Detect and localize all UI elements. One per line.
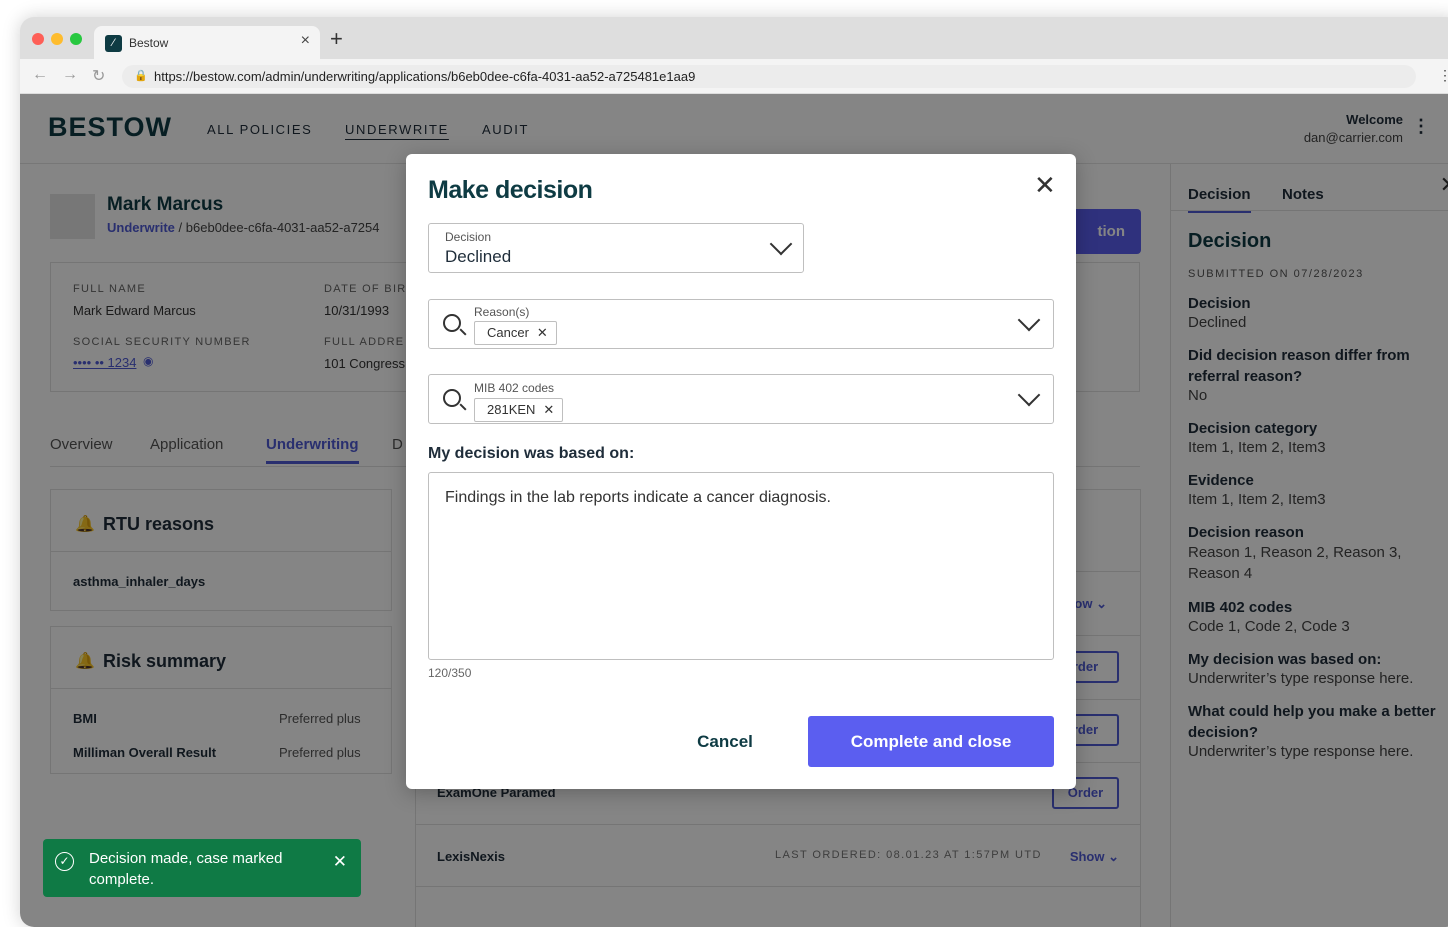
character-counter: 120/350 bbox=[428, 666, 472, 680]
url-field[interactable]: 🔒 https://bestow.com/admin/underwriting/… bbox=[122, 65, 1416, 88]
forward-arrow-icon[interactable]: → bbox=[62, 66, 78, 84]
modal-close-icon[interactable]: ✕ bbox=[1034, 172, 1056, 198]
lock-icon: 🔒 bbox=[134, 70, 148, 82]
chip-remove-icon[interactable]: ✕ bbox=[543, 402, 554, 417]
browser-tab-bar: ⁄ Bestow × + bbox=[20, 17, 1448, 59]
toast-message: Decision made, case marked complete. bbox=[89, 850, 283, 888]
mib-codes-label: MIB 402 codes bbox=[474, 381, 555, 395]
modal-title: Make decision bbox=[428, 176, 593, 204]
chevron-down-icon bbox=[1017, 308, 1041, 332]
browser-tab[interactable]: ⁄ Bestow × bbox=[94, 26, 320, 59]
chip-label: 281KEN bbox=[487, 402, 536, 417]
chevron-down-icon bbox=[769, 232, 793, 256]
check-circle-icon: ✓ bbox=[55, 852, 74, 871]
decision-value: Declined bbox=[445, 247, 512, 266]
new-tab-icon[interactable]: + bbox=[330, 28, 343, 50]
cancel-button[interactable]: Cancel bbox=[666, 716, 784, 767]
based-on-textarea[interactable]: Findings in the lab reports indicate a c… bbox=[428, 472, 1054, 660]
chip-remove-icon[interactable]: ✕ bbox=[537, 325, 548, 340]
reasons-label: Reason(s) bbox=[474, 305, 530, 319]
browser-window: ⁄ Bestow × + ← → ↻ 🔒 https://bestow.com/… bbox=[20, 17, 1448, 927]
tab-close-icon[interactable]: × bbox=[301, 32, 310, 50]
chip-label: Cancer bbox=[487, 325, 529, 340]
address-bar-row: ← → ↻ 🔒 https://bestow.com/admin/underwr… bbox=[20, 59, 1448, 94]
back-arrow-icon[interactable]: ← bbox=[32, 66, 48, 84]
search-icon bbox=[443, 314, 461, 332]
make-decision-modal: Make decision ✕ Decision Declined Reason… bbox=[406, 154, 1076, 789]
decision-label: Decision bbox=[445, 230, 492, 244]
based-on-label: My decision was based on: bbox=[428, 445, 635, 462]
reason-chip[interactable]: Cancer ✕ bbox=[474, 321, 557, 345]
success-toast: ✓ Decision made, case marked complete. ✕ bbox=[43, 839, 361, 897]
toast-close-icon[interactable]: ✕ bbox=[333, 851, 347, 872]
close-window-dot[interactable] bbox=[32, 33, 44, 45]
minimize-window-dot[interactable] bbox=[51, 33, 63, 45]
url-text: https://bestow.com/admin/underwriting/ap… bbox=[154, 69, 696, 84]
search-icon bbox=[443, 389, 461, 407]
decision-select[interactable]: Decision Declined bbox=[428, 223, 804, 273]
mib-codes-select[interactable]: MIB 402 codes 281KEN ✕ bbox=[428, 374, 1054, 424]
reasons-select[interactable]: Reason(s) Cancer ✕ bbox=[428, 299, 1054, 349]
browser-menu-icon[interactable]: ⋮ bbox=[1438, 67, 1448, 84]
complete-and-close-button[interactable]: Complete and close bbox=[808, 716, 1054, 767]
reload-icon[interactable]: ↻ bbox=[92, 66, 105, 86]
mib-code-chip[interactable]: 281KEN ✕ bbox=[474, 398, 564, 422]
tab-title: Bestow bbox=[129, 36, 169, 50]
maximize-window-dot[interactable] bbox=[70, 33, 82, 45]
chevron-down-icon bbox=[1017, 383, 1041, 407]
bestow-favicon-icon: ⁄ bbox=[105, 35, 122, 52]
